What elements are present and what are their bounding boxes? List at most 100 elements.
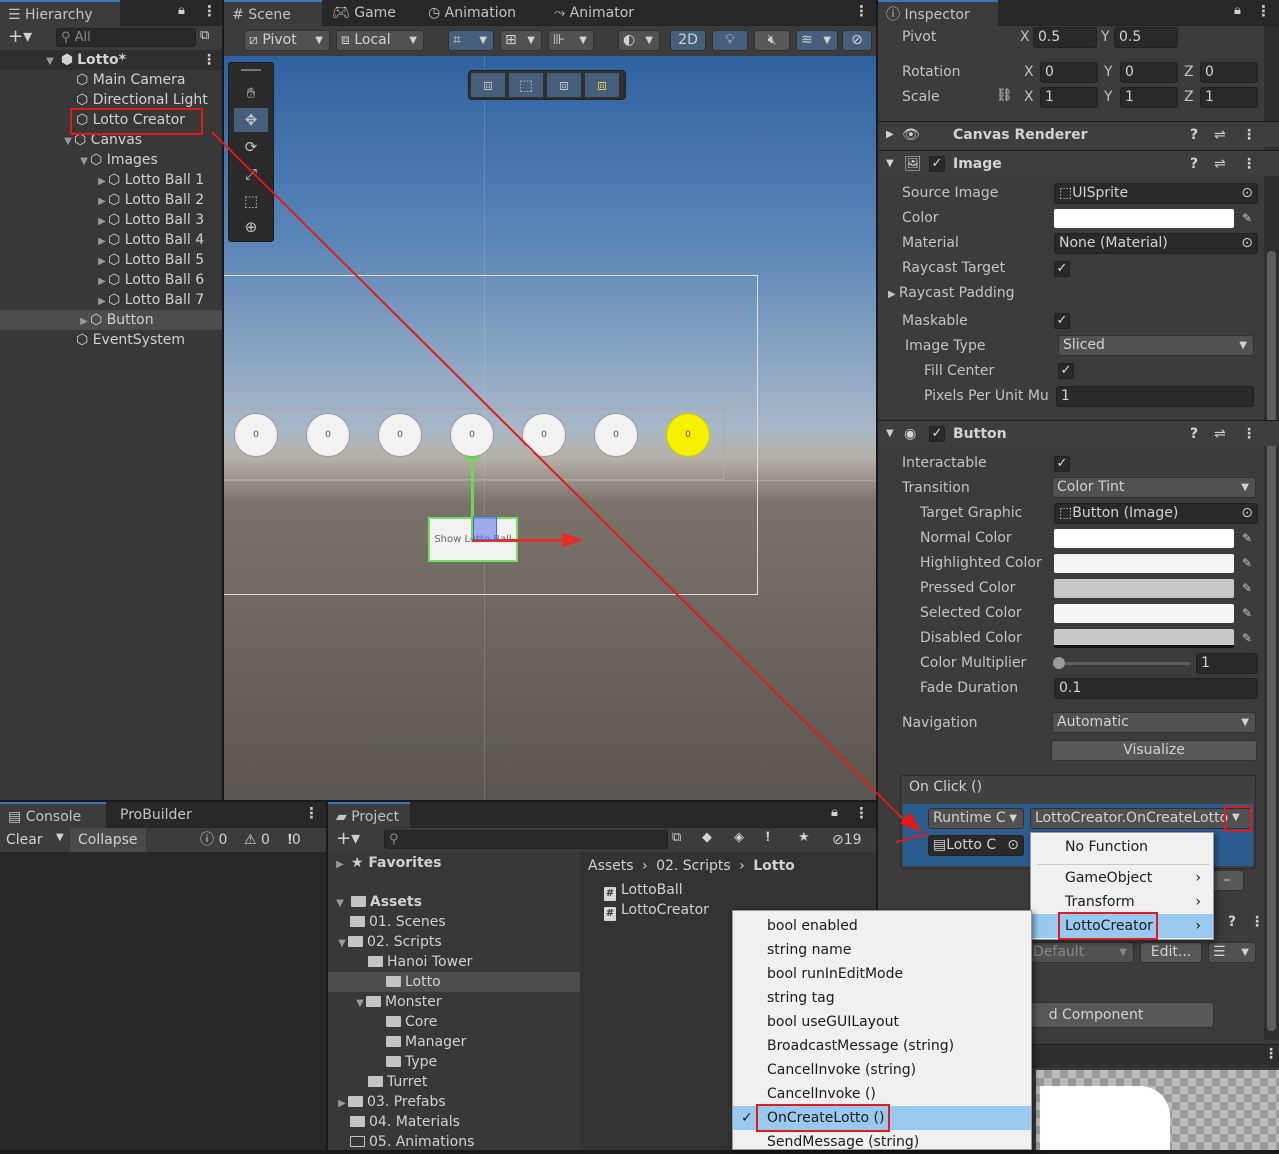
hierarchy-search-input[interactable]: ⚲ All	[56, 28, 196, 47]
function-menu-item-gameobject[interactable]: GameObject ›	[1031, 866, 1213, 890]
file-lottocreator[interactable]: # LottoCreator	[604, 900, 709, 921]
raycast-padding-label[interactable]: ▶ Raycast Padding	[888, 285, 1014, 301]
scale-z-input[interactable]: 1	[1200, 87, 1258, 108]
console-menu-icon[interactable]: ⋮	[304, 804, 319, 822]
eyedropper-icon[interactable]: ✎	[1238, 579, 1256, 597]
fold-open-icon[interactable]: ▼	[886, 151, 894, 177]
eyedropper-icon[interactable]: ✎	[1238, 209, 1256, 227]
search-scope-icon[interactable]: ⧉	[672, 830, 681, 845]
scene-menu-icon[interactable]: ⋮	[202, 50, 216, 70]
draw-mode-button[interactable]: ◐ ▼	[618, 30, 660, 51]
hidden-packages-count[interactable]: ⊘19	[832, 830, 862, 850]
add-icon[interactable]: +▾	[336, 828, 360, 850]
lotto-ball[interactable]: 0	[234, 413, 278, 457]
eyedropper-icon[interactable]: ✎	[1238, 604, 1256, 622]
eyedropper-icon[interactable]: ✎	[1238, 529, 1256, 547]
breadcrumb-scripts[interactable]: 02. Scripts	[656, 858, 731, 874]
scale-tool-icon[interactable]: ⤢	[234, 162, 268, 186]
fold-closed-icon[interactable]: ▶	[96, 212, 108, 232]
lotto-ball[interactable]: 0	[666, 413, 710, 457]
preset-icon[interactable]: ⇌	[1214, 122, 1226, 148]
scene-row[interactable]: ▼ ⬢ Lotto* ⋮	[0, 50, 222, 70]
clear-button[interactable]: Clear	[6, 830, 43, 850]
tree-row-images[interactable]: ▼ ⬡ Images	[0, 150, 222, 170]
tree-row-button[interactable]: ▶ ⬡ Button	[0, 310, 222, 330]
fade-duration-input[interactable]: 0.1	[1054, 678, 1258, 699]
remove-listener-button[interactable]: –	[1210, 870, 1244, 891]
rotation-y-input[interactable]: 0	[1120, 62, 1178, 83]
log-count[interactable]: ⓘ 0	[200, 830, 227, 850]
color-multiplier-slider[interactable]	[1058, 662, 1190, 665]
button-enabled-checkbox[interactable]: ✓	[929, 426, 945, 442]
selected-color-swatch[interactable]	[1054, 604, 1234, 623]
target-object-field[interactable]: ▤Lotto C ⊙	[928, 835, 1024, 856]
tree-row-lotto-ball-1[interactable]: ▶ ⬡ Lotto Ball 1	[0, 170, 222, 190]
ppu-input[interactable]: 1	[1056, 386, 1254, 407]
method-menu-item[interactable]: CancelInvoke (string)	[733, 1058, 1031, 1082]
iso-view-icon[interactable]: ⧈	[547, 73, 581, 97]
folder-row-hanoi-tower[interactable]: Hanoi Tower	[368, 952, 472, 972]
raycast-target-checkbox[interactable]: ✓	[1054, 261, 1070, 277]
pivot-dropdown[interactable]: ⧄ Pivot ▼	[244, 30, 330, 51]
image-header[interactable]: ▼ 🖼︎ ✓ Image ? ⇌ ⋮	[878, 150, 1279, 176]
fold-open-icon[interactable]: ▼	[44, 52, 56, 72]
favorite-icon[interactable]: ★	[798, 830, 810, 845]
folder-row-manager[interactable]: Manager	[386, 1032, 466, 1052]
folder-row-01-scenes[interactable]: 01. Scenes	[350, 912, 446, 932]
fold-open-icon[interactable]: ▼	[336, 934, 348, 954]
method-menu-item[interactable]: bool useGUILayout	[733, 1010, 1031, 1034]
fold-closed-icon[interactable]: ▶	[78, 312, 90, 332]
lock-icon[interactable]: 🔒︎	[1234, 3, 1241, 18]
filter-label-icon[interactable]: ◈	[734, 830, 744, 845]
effects-button[interactable]: ≋ ▼	[796, 30, 838, 51]
help-icon[interactable]: ?	[1190, 151, 1198, 177]
function-dropdown[interactable]: LottoCreator.OnCreateLotto	[1030, 808, 1252, 829]
warning-count[interactable]: ⚠ 0	[244, 830, 270, 850]
fold-open-icon[interactable]: ▼	[354, 994, 366, 1014]
link-icon[interactable]: ⛓	[996, 88, 1013, 103]
fold-closed-icon[interactable]: ▶	[336, 1094, 348, 1114]
image-type-dropdown[interactable]: Sliced ▼	[1058, 335, 1254, 356]
tab-animation[interactable]: ◷ Animation	[420, 0, 524, 26]
rotate-tool-icon[interactable]: ⟳	[234, 135, 268, 159]
help-icon[interactable]: ?	[1190, 421, 1198, 447]
lotto-ball[interactable]: 0	[450, 413, 494, 457]
fold-open-icon[interactable]: ▼	[886, 421, 894, 447]
transform-tool-icon[interactable]: ⊕	[234, 215, 268, 239]
tab-animator[interactable]: ⤳ Animator	[546, 0, 642, 26]
eyedropper-icon[interactable]: ✎	[1238, 554, 1256, 572]
lotto-ball[interactable]: 0	[522, 413, 566, 457]
pivot-x-input[interactable]: 0.5	[1033, 27, 1097, 48]
fold-closed-icon[interactable]: ▶	[96, 252, 108, 272]
rect-tool-icon[interactable]: ⬚	[234, 189, 268, 213]
function-menu-item-transform[interactable]: Transform ›	[1031, 890, 1213, 914]
folder-row-monster[interactable]: ▼ Monster	[354, 992, 442, 1012]
help-icon[interactable]: ?	[1190, 122, 1198, 148]
source-image-field[interactable]: ⬚UISprite ⊙	[1054, 183, 1258, 204]
audio-toggle[interactable]: 🔇︎	[754, 30, 790, 51]
component-menu-icon[interactable]: ⋮	[1242, 421, 1256, 447]
filter-error-icon[interactable]: ❗︎	[766, 830, 770, 845]
normal-color-swatch[interactable]	[1054, 529, 1234, 548]
object-picker-icon[interactable]: ⊙	[1007, 836, 1019, 855]
pivot-y-input[interactable]: 0.5	[1114, 27, 1178, 48]
filter-type-icon[interactable]: ◆	[702, 830, 712, 845]
list-options-dropdown[interactable]: ☰ ▼	[1208, 942, 1256, 963]
method-menu-item[interactable]: bool runInEditMode	[733, 962, 1031, 986]
project-search-input[interactable]: ⚲	[384, 830, 668, 849]
hand-tool-icon[interactable]: ✋︎	[234, 81, 268, 105]
tab-project[interactable]: ▰ Project	[328, 802, 410, 828]
fold-open-icon[interactable]: ▼	[78, 152, 90, 172]
tree-row-lotto-ball-3[interactable]: ▶ ⬡ Lotto Ball 3	[0, 210, 222, 230]
hierarchy-menu-icon[interactable]: ⋮	[202, 2, 217, 20]
gizmo-plane-handle[interactable]	[473, 516, 497, 540]
favorites-row[interactable]: ▶ ★ Favorites	[334, 853, 441, 873]
material-field[interactable]: None (Material) ⊙	[1054, 233, 1258, 254]
object-picker-icon[interactable]: ⊙	[1241, 184, 1253, 203]
lotto-ball[interactable]: 0	[378, 413, 422, 457]
folder-row-05-animations[interactable]: 05. Animations	[350, 1132, 474, 1150]
pressed-color-swatch[interactable]	[1054, 579, 1234, 598]
chevron-down-icon[interactable]: ▼	[56, 832, 64, 843]
breadcrumb-assets[interactable]: Assets	[588, 858, 634, 874]
folder-row-core[interactable]: Core	[386, 1012, 437, 1032]
